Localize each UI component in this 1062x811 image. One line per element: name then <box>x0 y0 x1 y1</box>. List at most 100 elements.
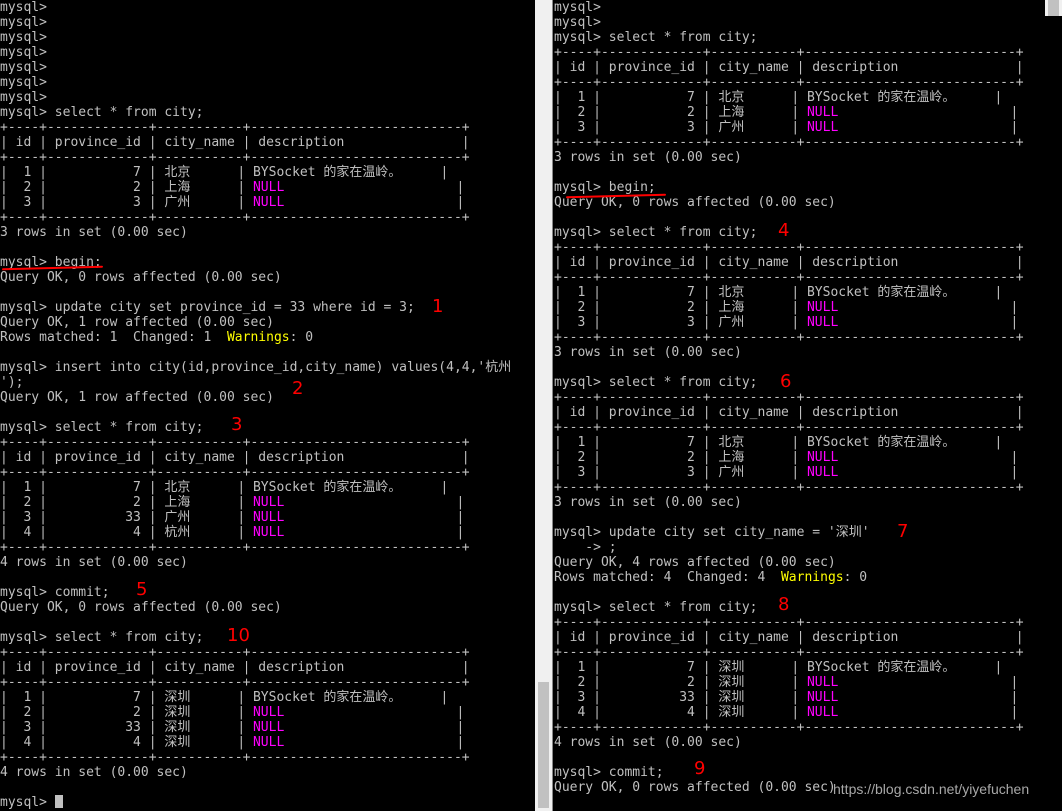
line-text: mysql> <box>0 75 47 90</box>
terminal-line: mysql> select * from city; <box>0 105 204 120</box>
line-text: +----+-------------+-----------+--------… <box>0 750 470 765</box>
line-suffix: | <box>284 495 465 510</box>
line-prefix: | 3 | 3 | 广州 | <box>554 315 807 330</box>
line-text: +----+-------------+-----------+--------… <box>0 210 470 225</box>
left-scrollbar[interactable] <box>535 0 552 811</box>
terminal-line: +----+-------------+-----------+--------… <box>554 75 1024 90</box>
line-text: Query OK, 1 row affected (0.00 sec) <box>0 390 274 405</box>
terminal-line: mysql> update city set city_name = '深圳' <box>554 525 870 540</box>
terminal-line: Query OK, 4 rows affected (0.00 sec) <box>554 555 836 570</box>
terminal-line: | id | province_id | city_name | descrip… <box>554 405 1024 420</box>
null-value: NULL <box>806 300 839 315</box>
terminal-line: +----+-------------+-----------+--------… <box>0 435 470 450</box>
line-suffix: | <box>838 690 1019 705</box>
terminal-line: | 2 | 2 | 深圳 | NULL | <box>0 705 464 720</box>
line-text: | id | province_id | city_name | descrip… <box>0 660 470 675</box>
null-value: NULL <box>806 105 839 120</box>
terminal-line: Query OK, 1 row affected (0.00 sec) <box>0 390 274 405</box>
terminal-line: mysql> begin; <box>554 180 656 195</box>
line-text: mysql> select * from city; <box>0 630 204 645</box>
line-text: Query OK, 0 rows affected (0.00 sec) <box>554 780 836 795</box>
left-scrollbar-thumb[interactable] <box>538 682 549 808</box>
line-text: mysql> <box>0 30 47 45</box>
step-annotation-2: 2 <box>292 378 304 399</box>
watermark-text: https://blog.csdn.net/yiyefuchen <box>833 781 1030 797</box>
line-text: 4 rows in set (0.00 sec) <box>0 555 188 570</box>
terminal-line: mysql> <box>0 45 47 60</box>
terminal-line: mysql> commit; <box>554 765 664 780</box>
null-value: NULL <box>252 510 285 525</box>
terminal-line: | 3 | 33 | 深圳 | NULL | <box>0 720 464 735</box>
line-text: +----+-------------+-----------+--------… <box>554 645 1024 660</box>
cursor-block[interactable] <box>54 795 63 808</box>
terminal-line: mysql> <box>554 15 601 30</box>
terminal-line: | 3 | 3 | 广州 | NULL | <box>554 120 1018 135</box>
null-value: NULL <box>806 450 839 465</box>
terminal-line: | 1 | 7 | 北京 | BYSocket 的家在温岭。 | <box>0 480 448 495</box>
terminal-line: mysql> <box>0 60 47 75</box>
right-scrollbar[interactable] <box>1045 0 1062 16</box>
line-suffix: | <box>284 510 465 525</box>
line-text: +----+-------------+-----------+--------… <box>0 435 470 450</box>
line-suffix: | <box>284 735 465 750</box>
line-text: 4 rows in set (0.00 sec) <box>0 765 188 780</box>
right-scrollbar-thumb[interactable] <box>1048 0 1059 16</box>
line-text: mysql> <box>0 795 55 810</box>
warnings-label: Warnings <box>780 570 844 585</box>
null-value: NULL <box>252 735 285 750</box>
terminal-line: mysql> insert into city(id,province_id,c… <box>0 360 511 375</box>
terminal-line: | 4 | 4 | 深圳 | NULL | <box>554 705 1018 720</box>
line-text: | 1 | 7 | 北京 | BYSocket 的家在温岭。 | <box>554 435 1003 450</box>
terminal-line: +----+-------------+-----------+--------… <box>554 615 1024 630</box>
terminal-line: | 3 | 3 | 广州 | NULL | <box>554 315 1018 330</box>
terminal-line: mysql> update city set province_id = 33 … <box>0 300 415 315</box>
terminal-line: | 3 | 33 | 广州 | NULL | <box>0 510 464 525</box>
line-text: 3 rows in set (0.00 sec) <box>554 495 742 510</box>
terminal-line: | 1 | 7 | 北京 | BYSocket 的家在温岭。 | <box>0 165 448 180</box>
terminal-line: +----+-------------+-----------+--------… <box>554 480 1024 495</box>
terminal-line: | id | province_id | city_name | descrip… <box>0 135 470 150</box>
terminal-line: mysql> <box>0 90 47 105</box>
line-text: mysql> <box>554 0 601 15</box>
line-text: mysql> update city set province_id = 33 … <box>0 300 415 315</box>
terminal-line: | 3 | 3 | 广州 | NULL | <box>0 195 464 210</box>
line-text: mysql> <box>0 0 47 15</box>
line-text: mysql> begin; <box>554 180 656 195</box>
line-text: mysql> select * from city; <box>554 375 758 390</box>
terminal-line: 3 rows in set (0.00 sec) <box>554 150 742 165</box>
null-value: NULL <box>806 705 839 720</box>
right-terminal-pane[interactable]: mysql> mysql> mysql> select * from city; +-… <box>553 0 1062 811</box>
terminal-line: mysql> <box>0 30 47 45</box>
line-suffix: | <box>838 675 1019 690</box>
line-text: mysql> <box>0 45 47 60</box>
terminal-line: mysql> <box>0 0 47 15</box>
line-text: +----+-------------+-----------+--------… <box>554 420 1024 435</box>
line-text: mysql> <box>0 90 47 105</box>
line-text: Query OK, 1 row affected (0.00 sec) <box>0 315 274 330</box>
line-text: +----+-------------+-----------+--------… <box>554 720 1024 735</box>
terminal-line: | 2 | 2 | 深圳 | NULL | <box>554 675 1018 690</box>
left-terminal-pane[interactable]: mysql> mysql> mysql> mysql> mysql> mysql> mysq… <box>0 0 534 811</box>
terminal-line: 3 rows in set (0.00 sec) <box>0 225 188 240</box>
terminal-line: | 2 | 2 | 上海 | NULL | <box>0 495 464 510</box>
terminal-line: '); <box>0 375 23 390</box>
line-suffix: | <box>838 300 1019 315</box>
null-value: NULL <box>252 495 285 510</box>
terminal-line: mysql> <box>0 15 47 30</box>
null-value: NULL <box>252 720 285 735</box>
terminal-line: +----+-------------+-----------+--------… <box>0 465 470 480</box>
line-text: 3 rows in set (0.00 sec) <box>554 345 742 360</box>
line-text: mysql> <box>0 15 47 30</box>
line-prefix: | 2 | 2 | 上海 | <box>554 300 807 315</box>
terminal-line: 3 rows in set (0.00 sec) <box>554 495 742 510</box>
line-prefix: | 2 | 2 | 上海 | <box>554 450 807 465</box>
line-suffix: | <box>284 720 465 735</box>
terminal-line: Query OK, 0 rows affected (0.00 sec) <box>554 780 836 795</box>
line-text: 4 rows in set (0.00 sec) <box>554 735 742 750</box>
null-value: NULL <box>806 465 839 480</box>
line-text: | 1 | 7 | 北京 | BYSocket 的家在温岭。 | <box>0 480 449 495</box>
terminal-line: Query OK, 0 rows affected (0.00 sec) <box>0 270 282 285</box>
terminal-line: mysql> <box>0 795 63 810</box>
null-value: NULL <box>806 315 839 330</box>
step-annotation-9: 9 <box>694 758 706 779</box>
